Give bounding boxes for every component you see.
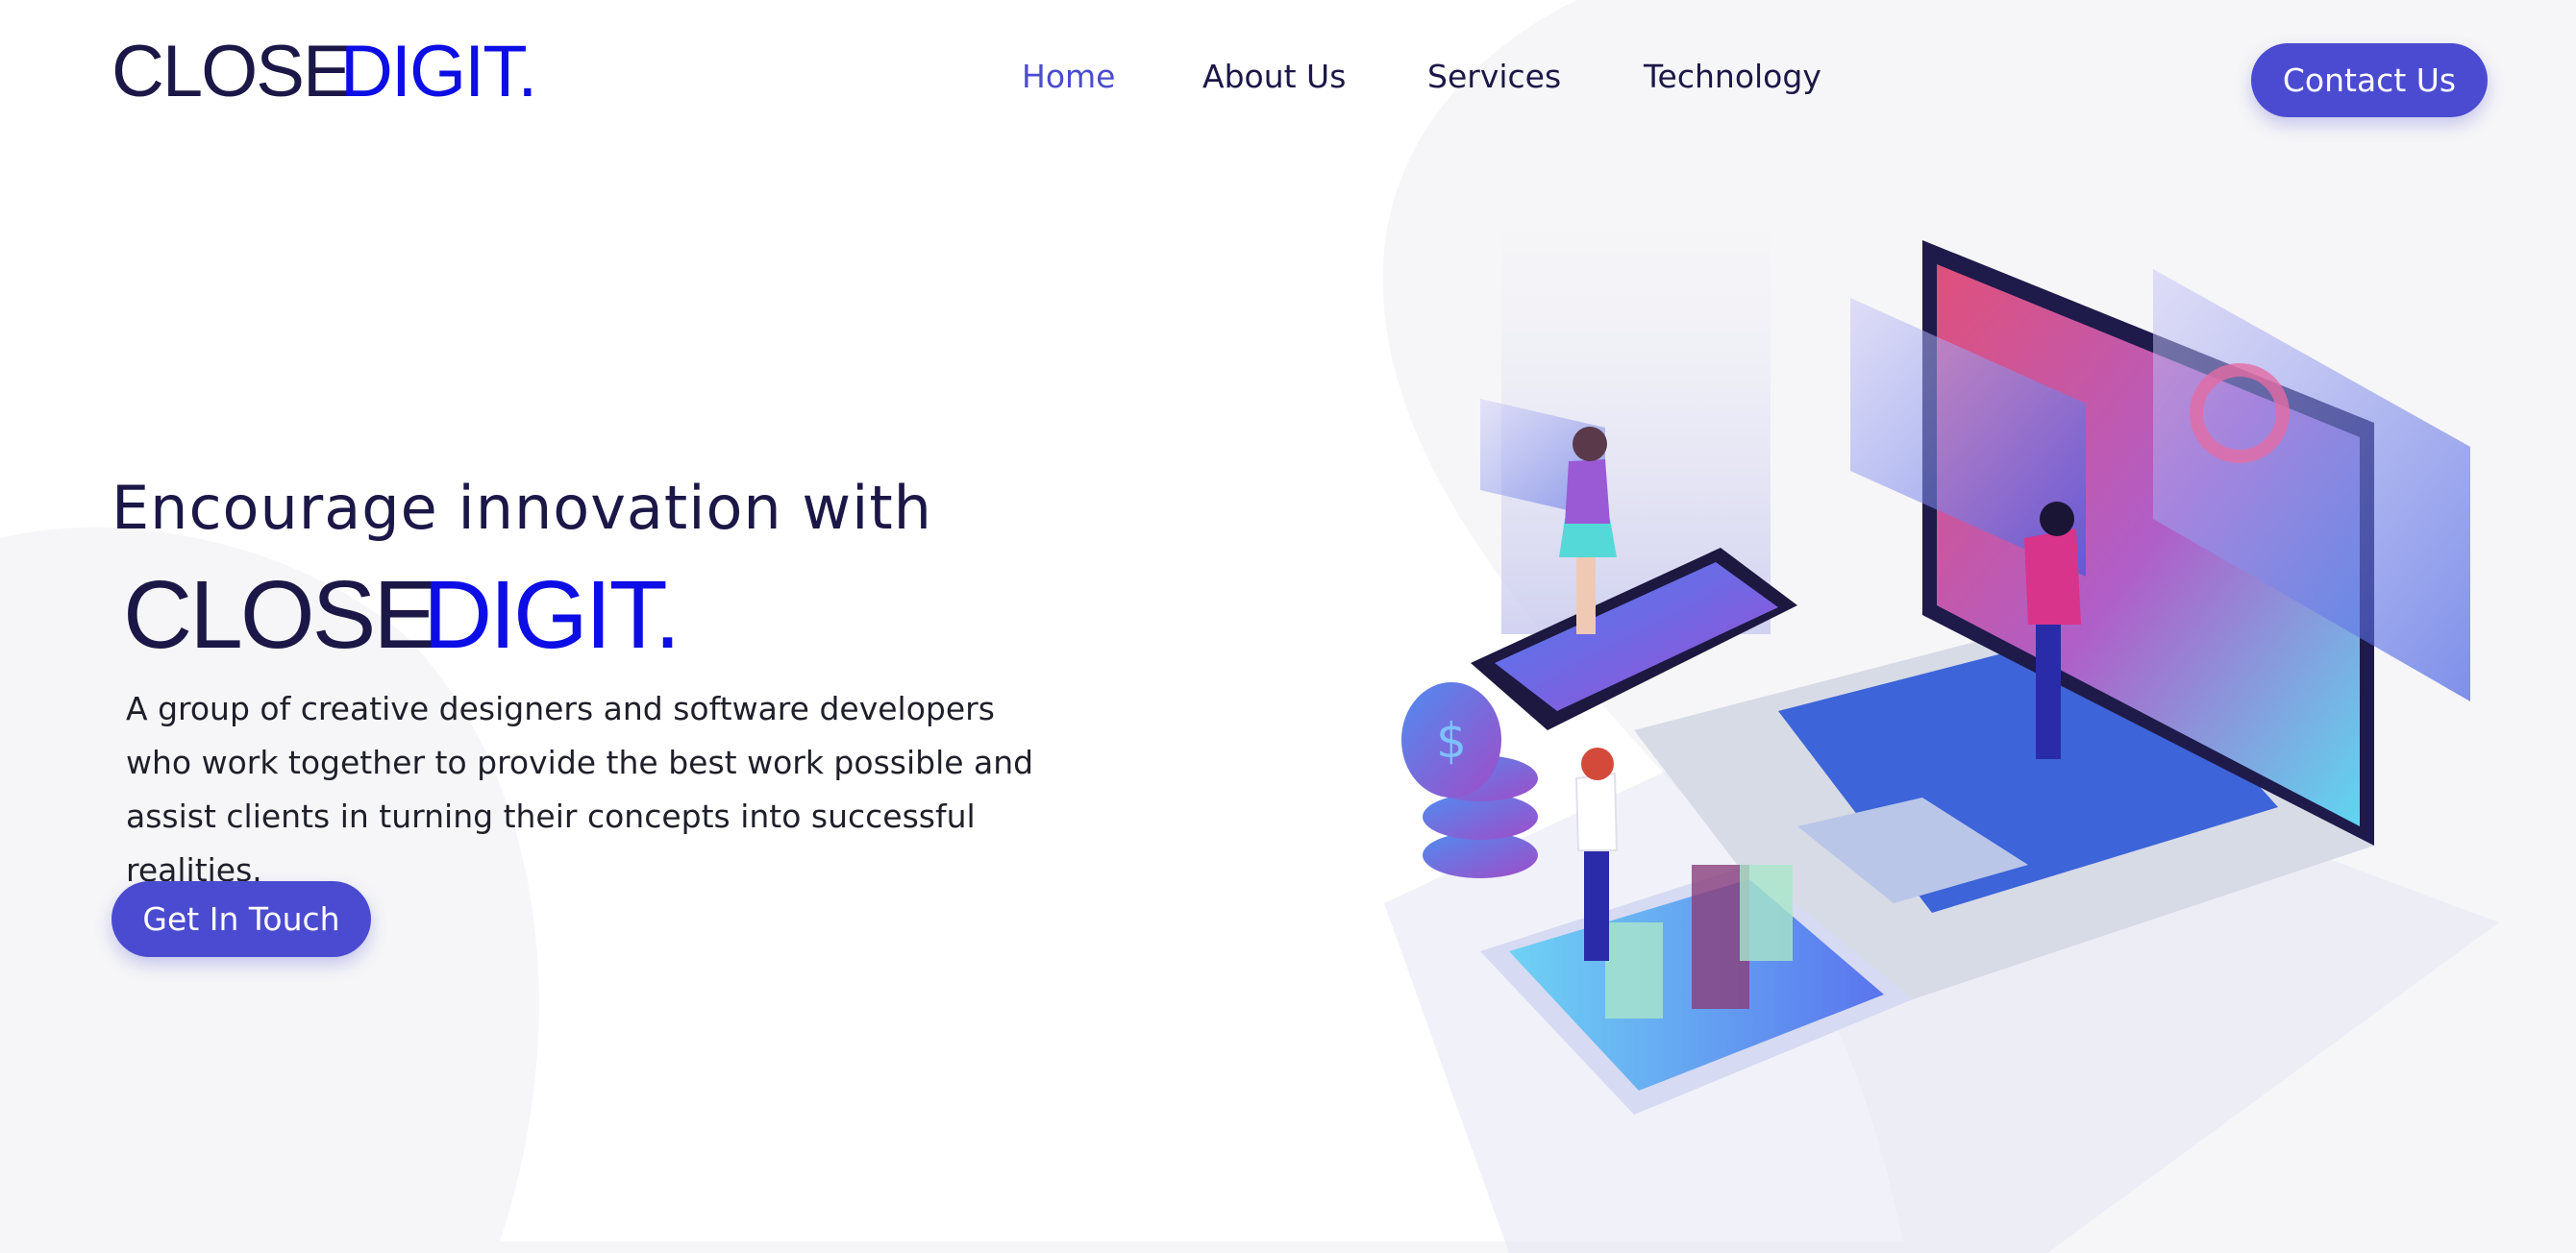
person-tablet-head xyxy=(1581,748,1614,780)
coin-dollar-icon: $ xyxy=(1436,713,1467,769)
person-phone-body xyxy=(1565,459,1610,524)
page: CLOSE DIGIT. Home About Us Services Tech… xyxy=(0,0,2576,1253)
nav-services[interactable]: Services xyxy=(1427,58,1561,100)
person-phone-head xyxy=(1573,427,1607,461)
tablet-bar-3 xyxy=(1740,865,1793,961)
person-laptop-head xyxy=(2040,502,2074,536)
closedigit-logo[interactable]: CLOSE DIGIT. xyxy=(111,37,534,106)
person-laptop-body xyxy=(2024,528,2081,625)
person-tablet-legs xyxy=(1584,846,1609,961)
nav-about-us[interactable]: About Us xyxy=(1202,58,1346,100)
hero-title: Encourage innovation with xyxy=(111,473,932,543)
nav-technology[interactable]: Technology xyxy=(1644,58,1821,100)
hero-logo-dark-text: CLOSE xyxy=(123,569,434,657)
isometric-tech-illustration: $ xyxy=(1384,231,2499,1253)
person-phone-skirt xyxy=(1559,519,1617,557)
contact-us-button[interactable]: Contact Us xyxy=(2251,43,2488,117)
person-laptop-legs xyxy=(2036,615,2061,759)
tablet-bar-1 xyxy=(1605,922,1663,1019)
get-in-touch-button[interactable]: Get In Touch xyxy=(111,881,371,957)
person-tablet-body xyxy=(1574,772,1619,851)
hero-logo-accent-text: DIGIT. xyxy=(423,569,678,657)
logo-accent-text: DIGIT. xyxy=(340,37,534,106)
hero-closedigit-logo: CLOSE DIGIT. xyxy=(123,569,681,657)
logo-dark-text: CLOSE xyxy=(111,37,350,106)
nav-home[interactable]: Home xyxy=(1022,58,1115,100)
hero-description: A group of creative designers and softwa… xyxy=(126,690,1034,889)
